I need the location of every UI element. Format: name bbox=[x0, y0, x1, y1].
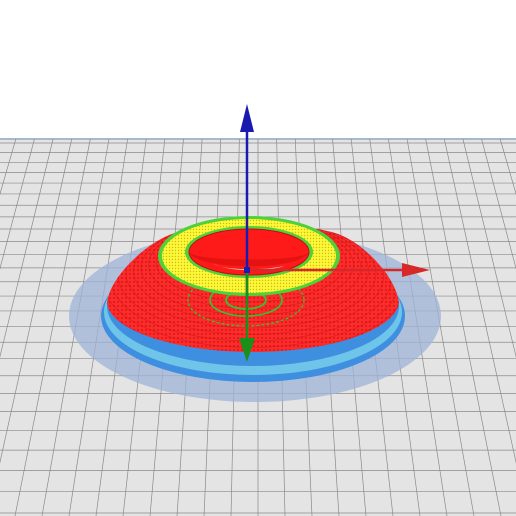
axis-origin bbox=[244, 267, 250, 273]
scene-canvas[interactable] bbox=[0, 0, 516, 516]
3d-viewport[interactable] bbox=[0, 0, 516, 516]
